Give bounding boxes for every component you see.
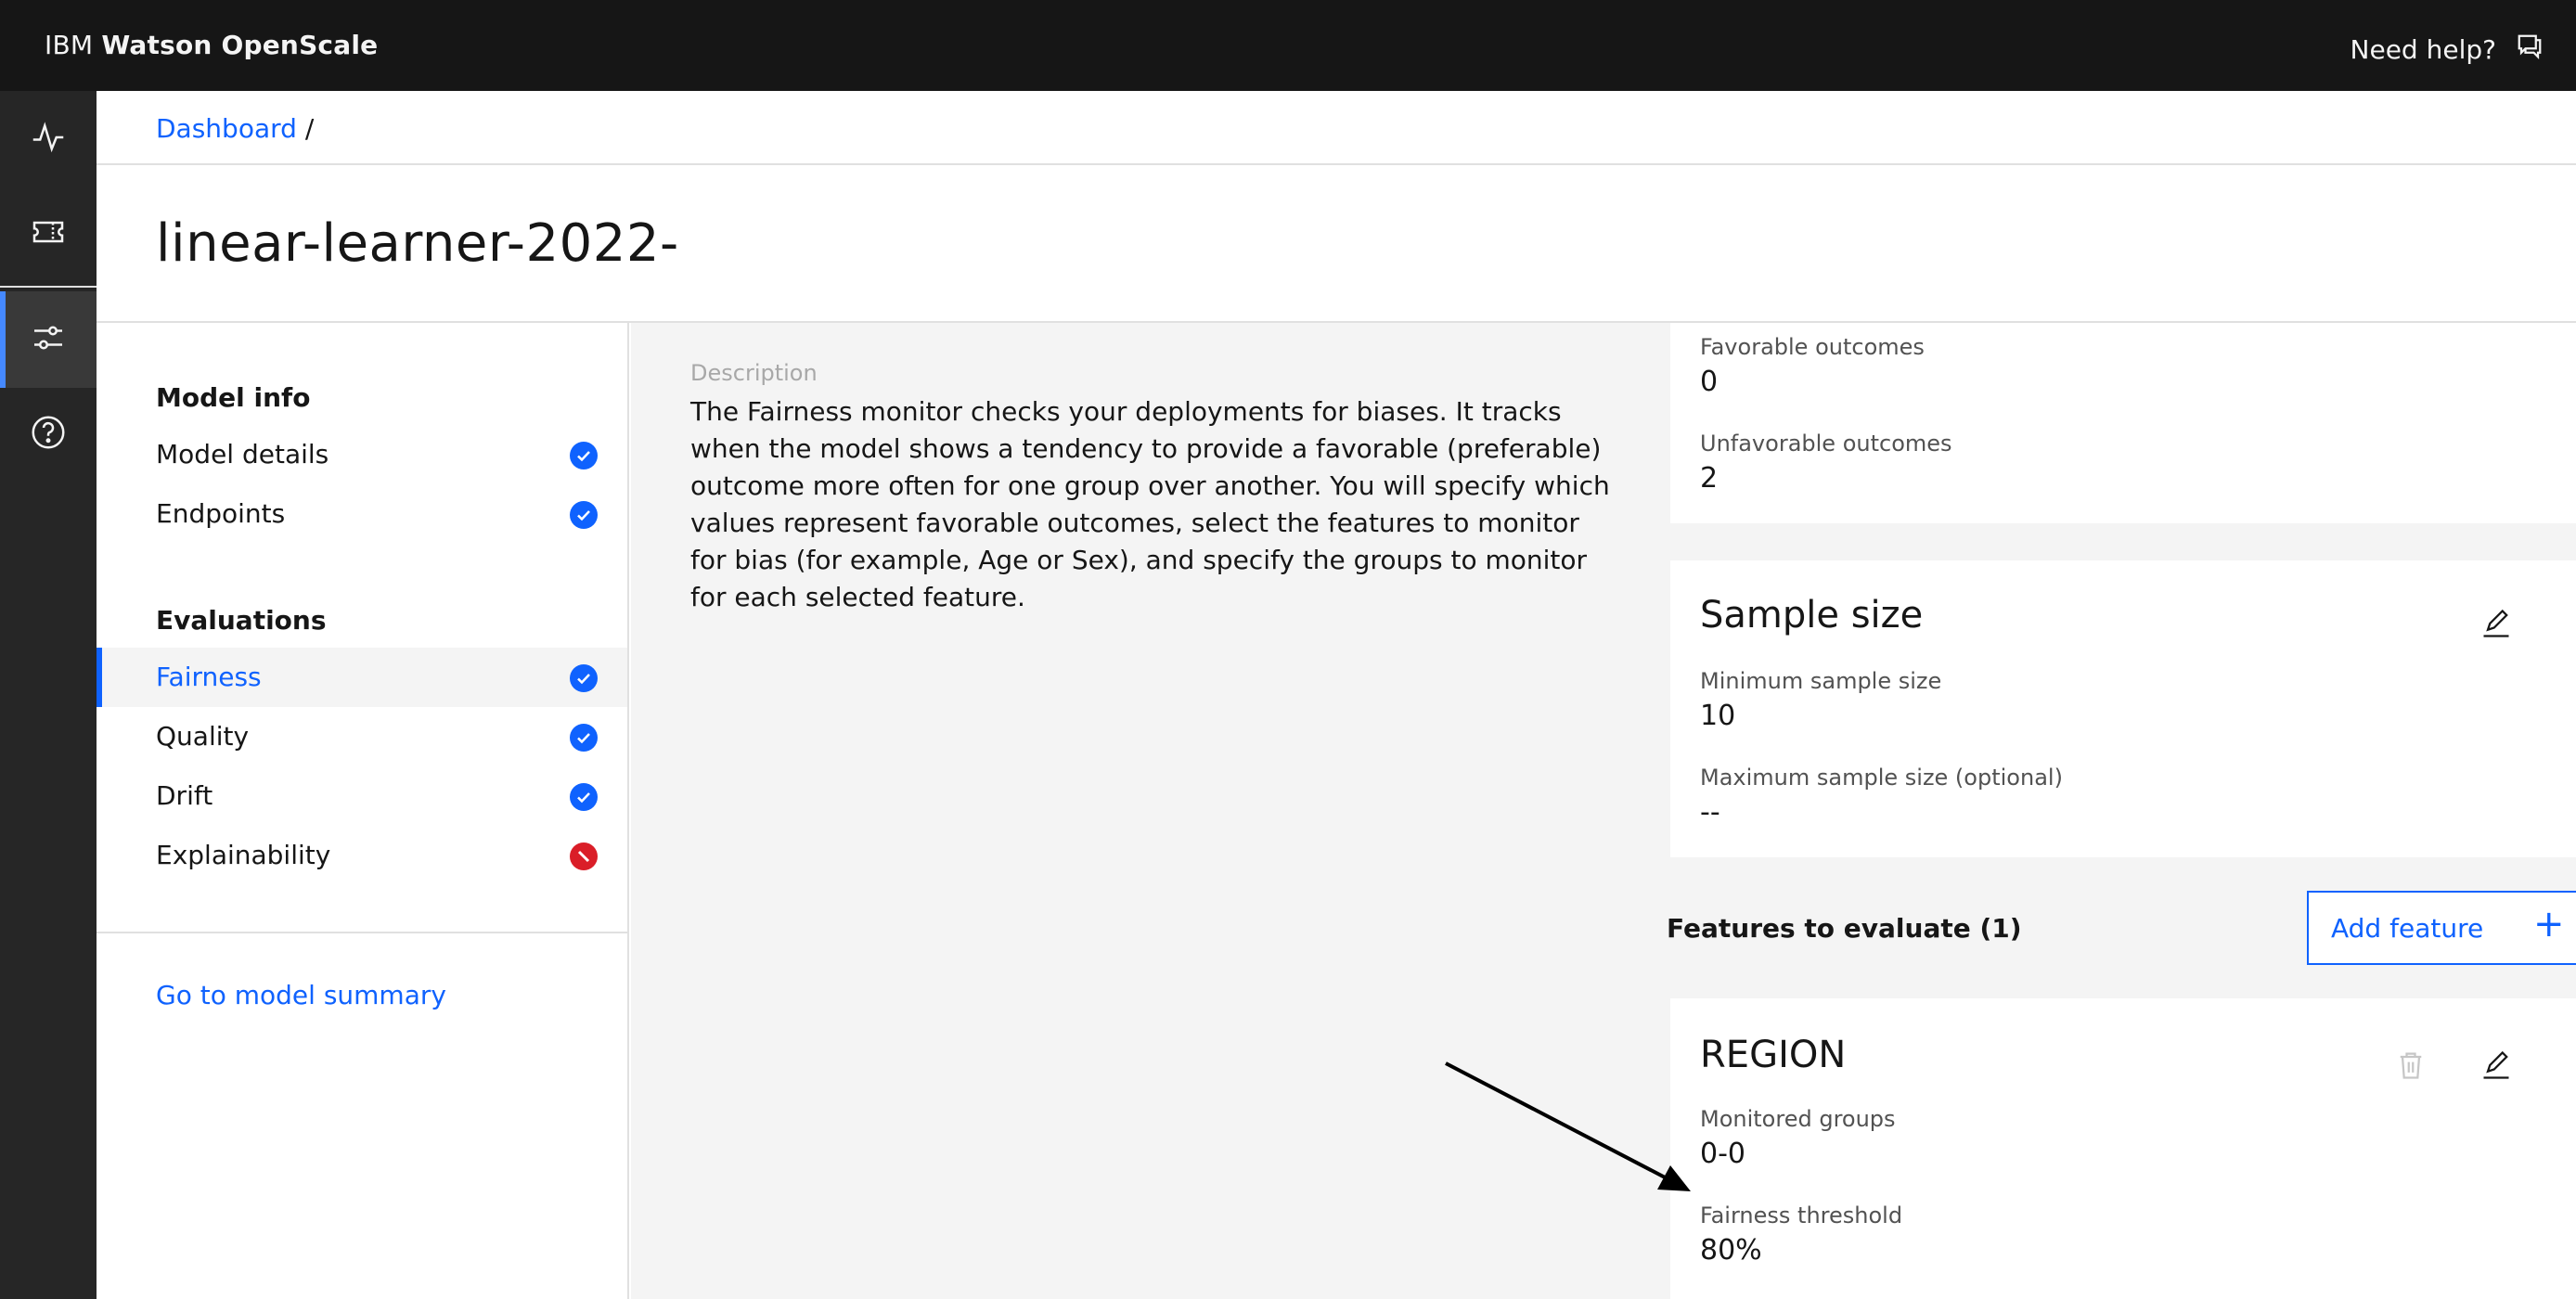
annotation-arrow xyxy=(1445,1061,1691,1191)
